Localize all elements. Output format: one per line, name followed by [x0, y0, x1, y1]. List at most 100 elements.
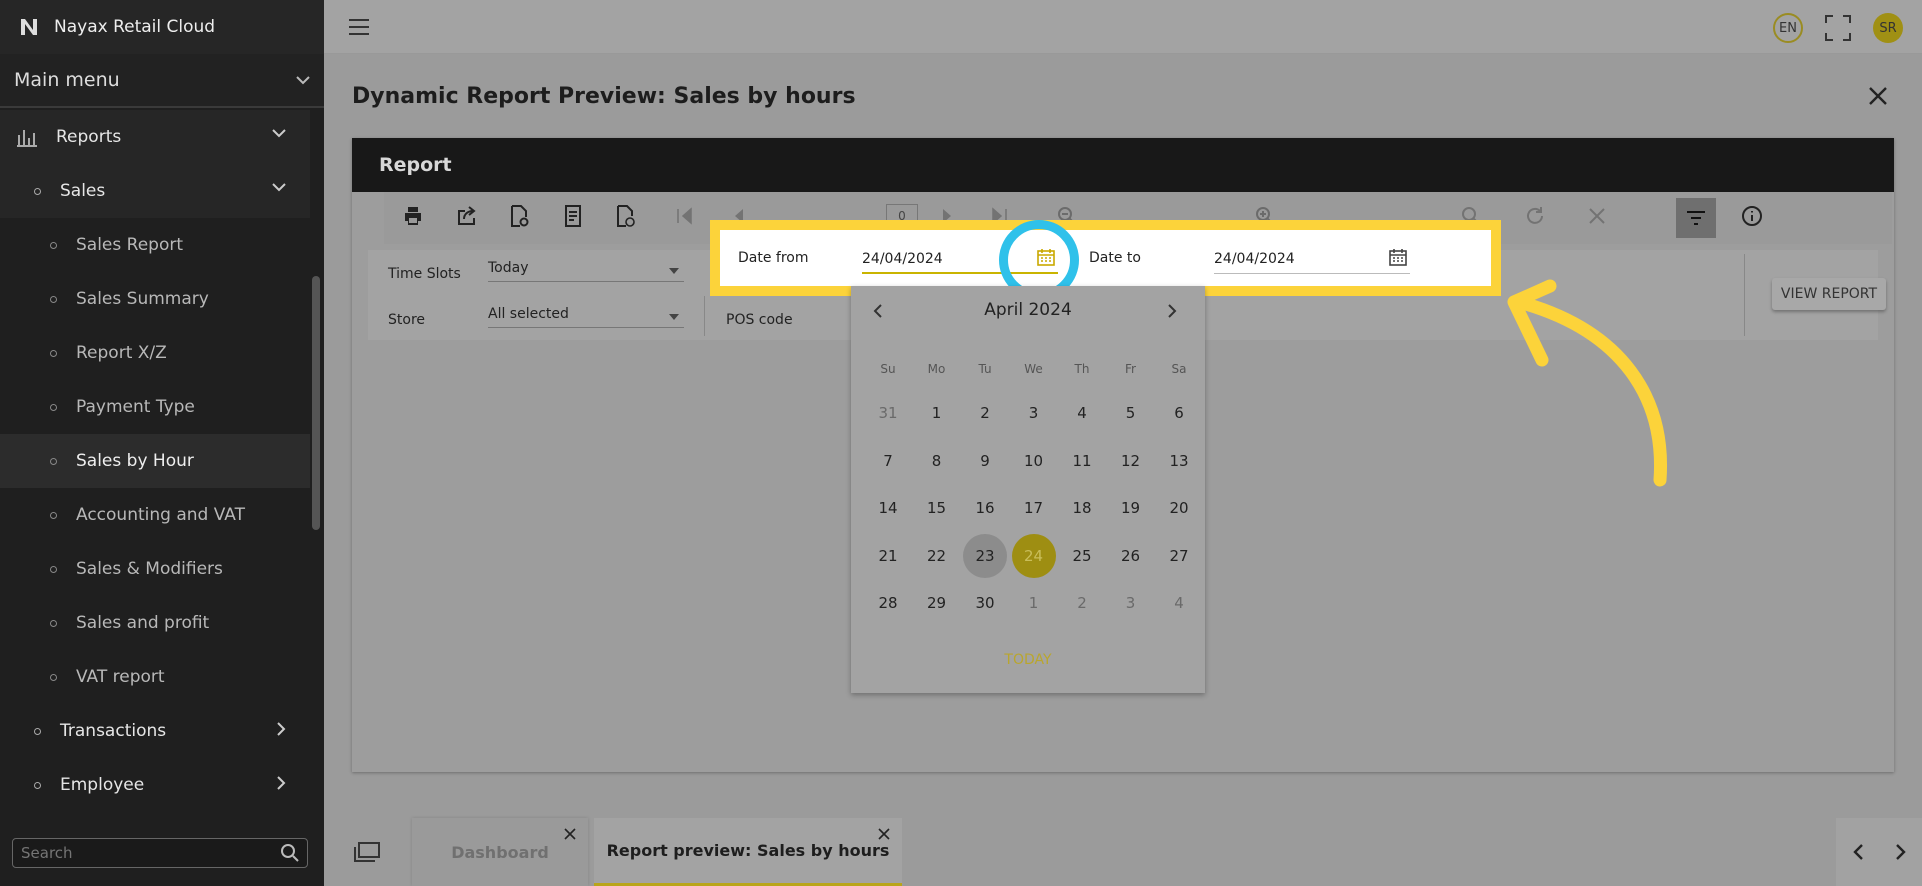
export-icon[interactable]: [456, 205, 478, 227]
calendar-day[interactable]: 4: [1157, 581, 1201, 625]
chevron-right-icon[interactable]: [1895, 843, 1907, 861]
calendar-day[interactable]: 30: [963, 581, 1007, 625]
bullet-icon: [50, 350, 57, 357]
user-avatar[interactable]: SR: [1873, 13, 1903, 43]
sidebar-item-reports[interactable]: Reports: [0, 110, 310, 164]
calendar-day[interactable]: 31: [866, 391, 910, 435]
calendar-day[interactable]: 17: [1012, 486, 1056, 530]
store-select[interactable]: All selected: [488, 302, 684, 328]
sidebar-item-label: Payment Type: [76, 397, 195, 417]
bullet-icon: [34, 782, 41, 789]
time-slots-select[interactable]: Today: [488, 256, 684, 282]
refresh-icon[interactable]: [1524, 205, 1546, 227]
tab-dashboard[interactable]: Dashboard: [412, 818, 588, 886]
close-icon[interactable]: [564, 828, 576, 840]
calendar-day[interactable]: 19: [1109, 486, 1153, 530]
calendar-day[interactable]: 14: [866, 486, 910, 530]
close-icon[interactable]: [1868, 86, 1888, 106]
close-icon[interactable]: [878, 828, 890, 840]
sidebar-item-sales[interactable]: Sales: [0, 164, 310, 218]
sidebar-item-accounting-vat[interactable]: Accounting and VAT: [0, 488, 310, 542]
calendar-day[interactable]: 20: [1157, 486, 1201, 530]
tab-label: Report preview: Sales by hours: [606, 841, 890, 860]
sidebar-item-report-xz[interactable]: Report X/Z: [0, 326, 310, 380]
calendar-day[interactable]: 18: [1060, 486, 1104, 530]
sidebar-item-label: Sales & Modifiers: [76, 559, 223, 579]
calendar-icon[interactable]: [1389, 248, 1407, 266]
sidebar-item-sales-modifiers[interactable]: Sales & Modifiers: [0, 542, 310, 596]
calendar-day[interactable]: 2: [1060, 581, 1104, 625]
page-title: Dynamic Report Preview: Sales by hours: [352, 84, 856, 109]
calendar-day[interactable]: 13: [1157, 439, 1201, 483]
document-clock-icon[interactable]: [614, 205, 636, 227]
sidebar-search-input[interactable]: [12, 838, 308, 868]
first-page-icon[interactable]: [674, 205, 696, 227]
date-to-input[interactable]: 24/04/2024: [1214, 244, 1410, 274]
calendar-day[interactable]: 12: [1109, 439, 1153, 483]
calendar-day[interactable]: 26: [1109, 534, 1153, 578]
calendar-day[interactable]: 3: [1109, 581, 1153, 625]
divider: [1744, 254, 1745, 336]
tab-report-preview[interactable]: Report preview: Sales by hours: [594, 818, 902, 886]
view-report-button[interactable]: VIEW REPORT: [1772, 278, 1886, 310]
sidebar-item-sales-summary[interactable]: Sales Summary: [0, 272, 310, 326]
language-selector[interactable]: EN: [1773, 13, 1803, 43]
calendar-day[interactable]: 10: [1012, 439, 1056, 483]
annotation-arrow-icon: [1507, 279, 1668, 487]
sidebar-item-sales-by-hour[interactable]: Sales by Hour: [0, 434, 310, 488]
brand[interactable]: Nayax Retail Cloud: [0, 0, 324, 54]
sidebar-item-label: Sales Summary: [76, 289, 209, 309]
hamburger-menu-icon[interactable]: [348, 18, 370, 36]
chevron-down-icon: [272, 129, 286, 138]
chevron-left-icon[interactable]: [1852, 843, 1864, 861]
chevron-right-icon: [277, 776, 286, 790]
chevron-right-icon[interactable]: [1167, 304, 1177, 318]
calendar-day[interactable]: 15: [915, 486, 959, 530]
fullscreen-icon[interactable]: [1824, 14, 1852, 42]
cancel-icon[interactable]: [1586, 205, 1608, 227]
print-icon[interactable]: [402, 205, 424, 227]
calendar-day[interactable]: 22: [915, 534, 959, 578]
calendar-day[interactable]: 27: [1157, 534, 1201, 578]
calendar-day[interactable]: 21: [866, 534, 910, 578]
calendar-day[interactable]: 1: [1012, 581, 1056, 625]
calendar-day[interactable]: 24: [1011, 533, 1056, 578]
info-icon[interactable]: [1741, 205, 1763, 227]
bar-chart-icon: [17, 130, 37, 147]
calendar-day[interactable]: 7: [866, 439, 910, 483]
sidebar-item-sales-profit[interactable]: Sales and profit: [0, 596, 310, 650]
sidebar-scrollbar[interactable]: [312, 276, 320, 530]
main-menu-toggle[interactable]: Main menu: [0, 54, 324, 108]
calendar-day[interactable]: 11: [1060, 439, 1104, 483]
top-bar: [324, 0, 1922, 54]
calendar-day[interactable]: 1: [915, 391, 959, 435]
calendar-day[interactable]: 29: [915, 581, 959, 625]
datepicker-month-label[interactable]: April 2024: [851, 300, 1205, 320]
calendar-day[interactable]: 4: [1060, 391, 1104, 435]
weekday-label: Sa: [1171, 362, 1187, 376]
calendar-day[interactable]: 2: [963, 391, 1007, 435]
sidebar-item-vat-report[interactable]: VAT report: [0, 650, 310, 704]
search-icon[interactable]: [280, 843, 300, 863]
sidebar-item-transactions[interactable]: Transactions: [0, 704, 310, 758]
sidebar-item-sales-report[interactable]: Sales Report: [0, 218, 310, 272]
calendar-day[interactable]: 5: [1109, 391, 1153, 435]
document-icon[interactable]: [562, 205, 584, 227]
filter-button[interactable]: [1676, 198, 1716, 238]
calendar-day[interactable]: 9: [963, 439, 1007, 483]
today-button[interactable]: TODAY: [851, 652, 1205, 668]
calendar-day[interactable]: 16: [963, 486, 1007, 530]
sidebar-item-employee[interactable]: Employee: [0, 758, 310, 812]
windows-icon[interactable]: [354, 842, 380, 862]
calendar-day[interactable]: 3: [1012, 391, 1056, 435]
calendar-day[interactable]: 23: [963, 533, 1007, 578]
calendar-day[interactable]: 25: [1060, 534, 1104, 578]
calendar-day[interactable]: 8: [915, 439, 959, 483]
calendar-day[interactable]: 6: [1157, 391, 1201, 435]
bullet-icon: [50, 296, 57, 303]
sidebar-item-label: VAT report: [76, 667, 165, 687]
calendar-day[interactable]: 28: [866, 581, 910, 625]
tab-scroll-arrows: [1836, 818, 1922, 886]
document-settings-icon[interactable]: [508, 205, 530, 227]
sidebar-item-payment-type[interactable]: Payment Type: [0, 380, 310, 434]
